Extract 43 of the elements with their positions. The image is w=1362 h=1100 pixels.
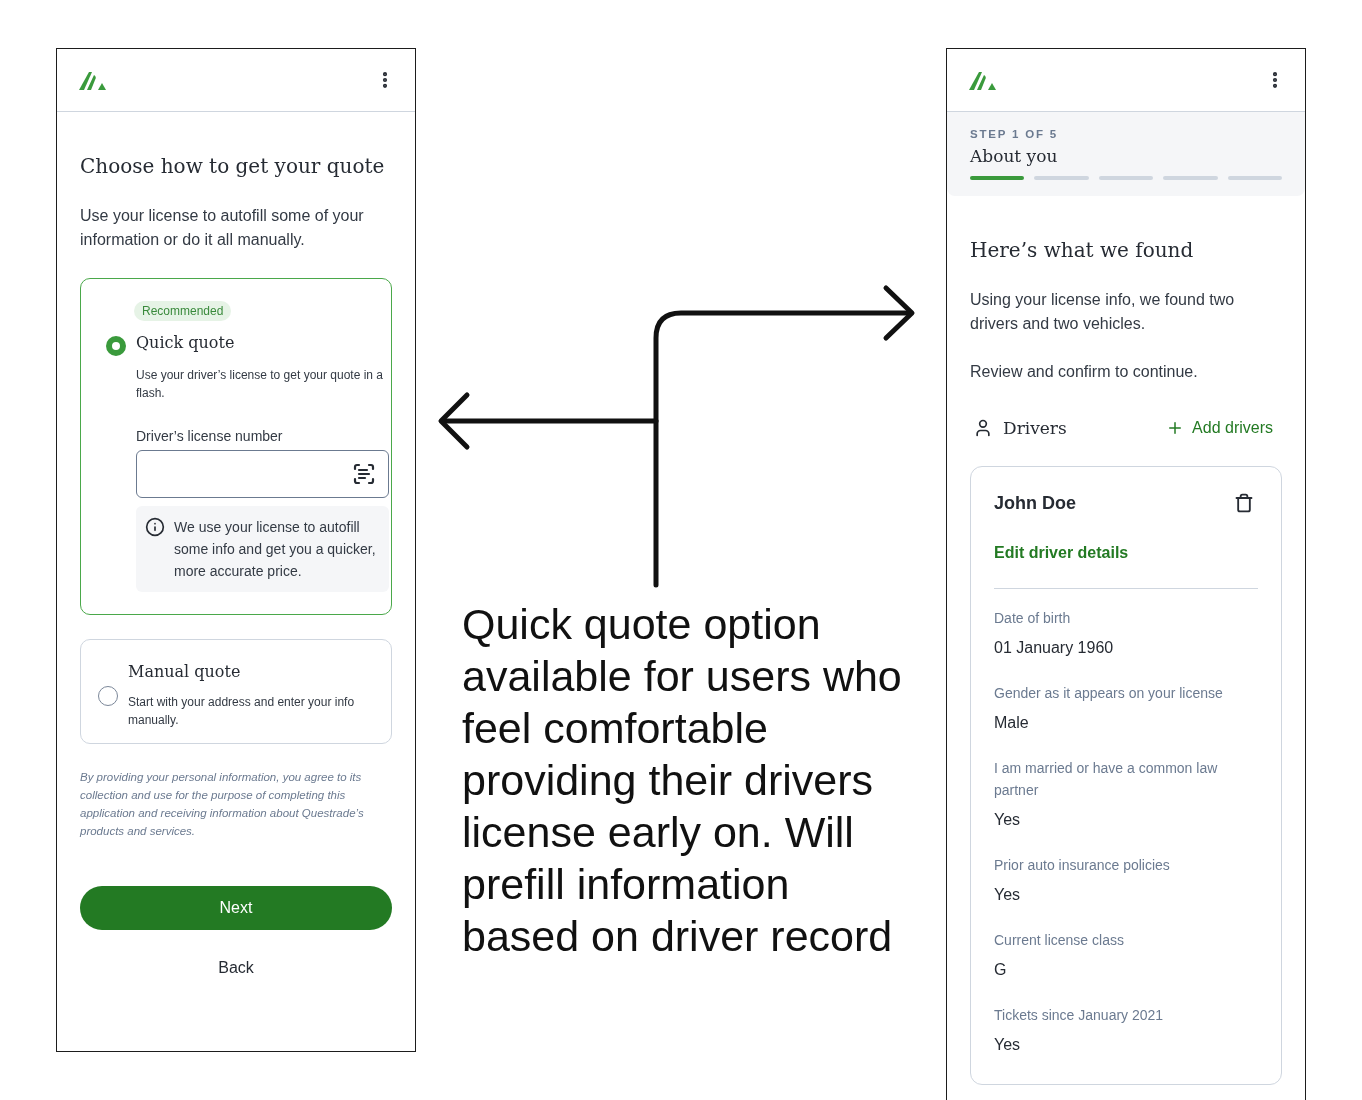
intro-text: Use your license to autofill some of your information or do it all manually. bbox=[80, 206, 365, 250]
option-title: Quick quote bbox=[136, 333, 236, 352]
detail-value: Male bbox=[994, 714, 1030, 732]
recommended-badge: Recommended bbox=[134, 301, 232, 321]
disclaimer-text: By providing your personal information, you agree to its collection and use for the purpose of completing this application and receiving information about Questrade’s products and services. bbox=[80, 770, 365, 839]
detail-label: Date of birth bbox=[994, 609, 1072, 628]
annotation-text: Quick quote option available for users who feel comfortable providing their drivers license early on. Will prefill information based on driver record bbox=[462, 599, 902, 962]
detail-label: Tickets since January 2021 bbox=[994, 1006, 1165, 1025]
detail-label: Current license class bbox=[994, 931, 1125, 950]
driver-name: John Doe bbox=[994, 493, 1076, 514]
detail-label: I am married or have a common law partner bbox=[994, 759, 1219, 800]
edit-driver-link[interactable]: Edit driver details bbox=[994, 544, 1129, 562]
detail-label: Gender as it appears on your license bbox=[994, 684, 1224, 703]
field-label: Driver’s license number bbox=[136, 428, 284, 444]
license-number-field[interactable] bbox=[136, 450, 389, 498]
add-drivers-link[interactable]: Add drivers bbox=[1166, 419, 1273, 437]
detail-value: 01 January 1960 bbox=[994, 639, 1115, 657]
detail-label: Prior auto insurance policies bbox=[994, 856, 1171, 875]
logo-icon bbox=[969, 69, 997, 91]
step-title: About you bbox=[970, 146, 1059, 166]
option-description: Use your driver’s license to get your quote in a flash. bbox=[136, 367, 385, 402]
option-title: Manual quote bbox=[128, 662, 242, 681]
person-icon bbox=[973, 418, 993, 438]
body-text: Using your license info, we found two drivers and two vehicles. bbox=[970, 290, 1236, 334]
logo-icon bbox=[79, 69, 107, 91]
next-button[interactable]: Next bbox=[80, 886, 392, 930]
detail-value: Yes bbox=[994, 1036, 1022, 1054]
section-title: Drivers bbox=[1003, 418, 1068, 438]
scan-icon[interactable] bbox=[352, 462, 376, 486]
page-title: Choose how to get your quote bbox=[80, 154, 386, 178]
detail-value: G bbox=[994, 961, 1008, 979]
option-description: Start with your address and enter your info manually. bbox=[128, 694, 356, 729]
back-button[interactable]: Back bbox=[80, 946, 392, 990]
step-label: STEP 1 OF 5 bbox=[970, 128, 1059, 140]
info-icon bbox=[145, 517, 165, 537]
note-text: We use your license to autofill some info and get you a quicker, more accurate price. bbox=[174, 518, 377, 581]
radio-button[interactable] bbox=[98, 685, 118, 706]
delete-button[interactable] bbox=[1234, 493, 1254, 513]
detail-value: Yes bbox=[994, 811, 1022, 829]
page-title: Here’s what we found bbox=[970, 238, 1195, 262]
body-text: Review and confirm to continue. bbox=[970, 362, 1199, 382]
radio-button[interactable] bbox=[106, 336, 126, 356]
detail-value: Yes bbox=[994, 886, 1022, 904]
